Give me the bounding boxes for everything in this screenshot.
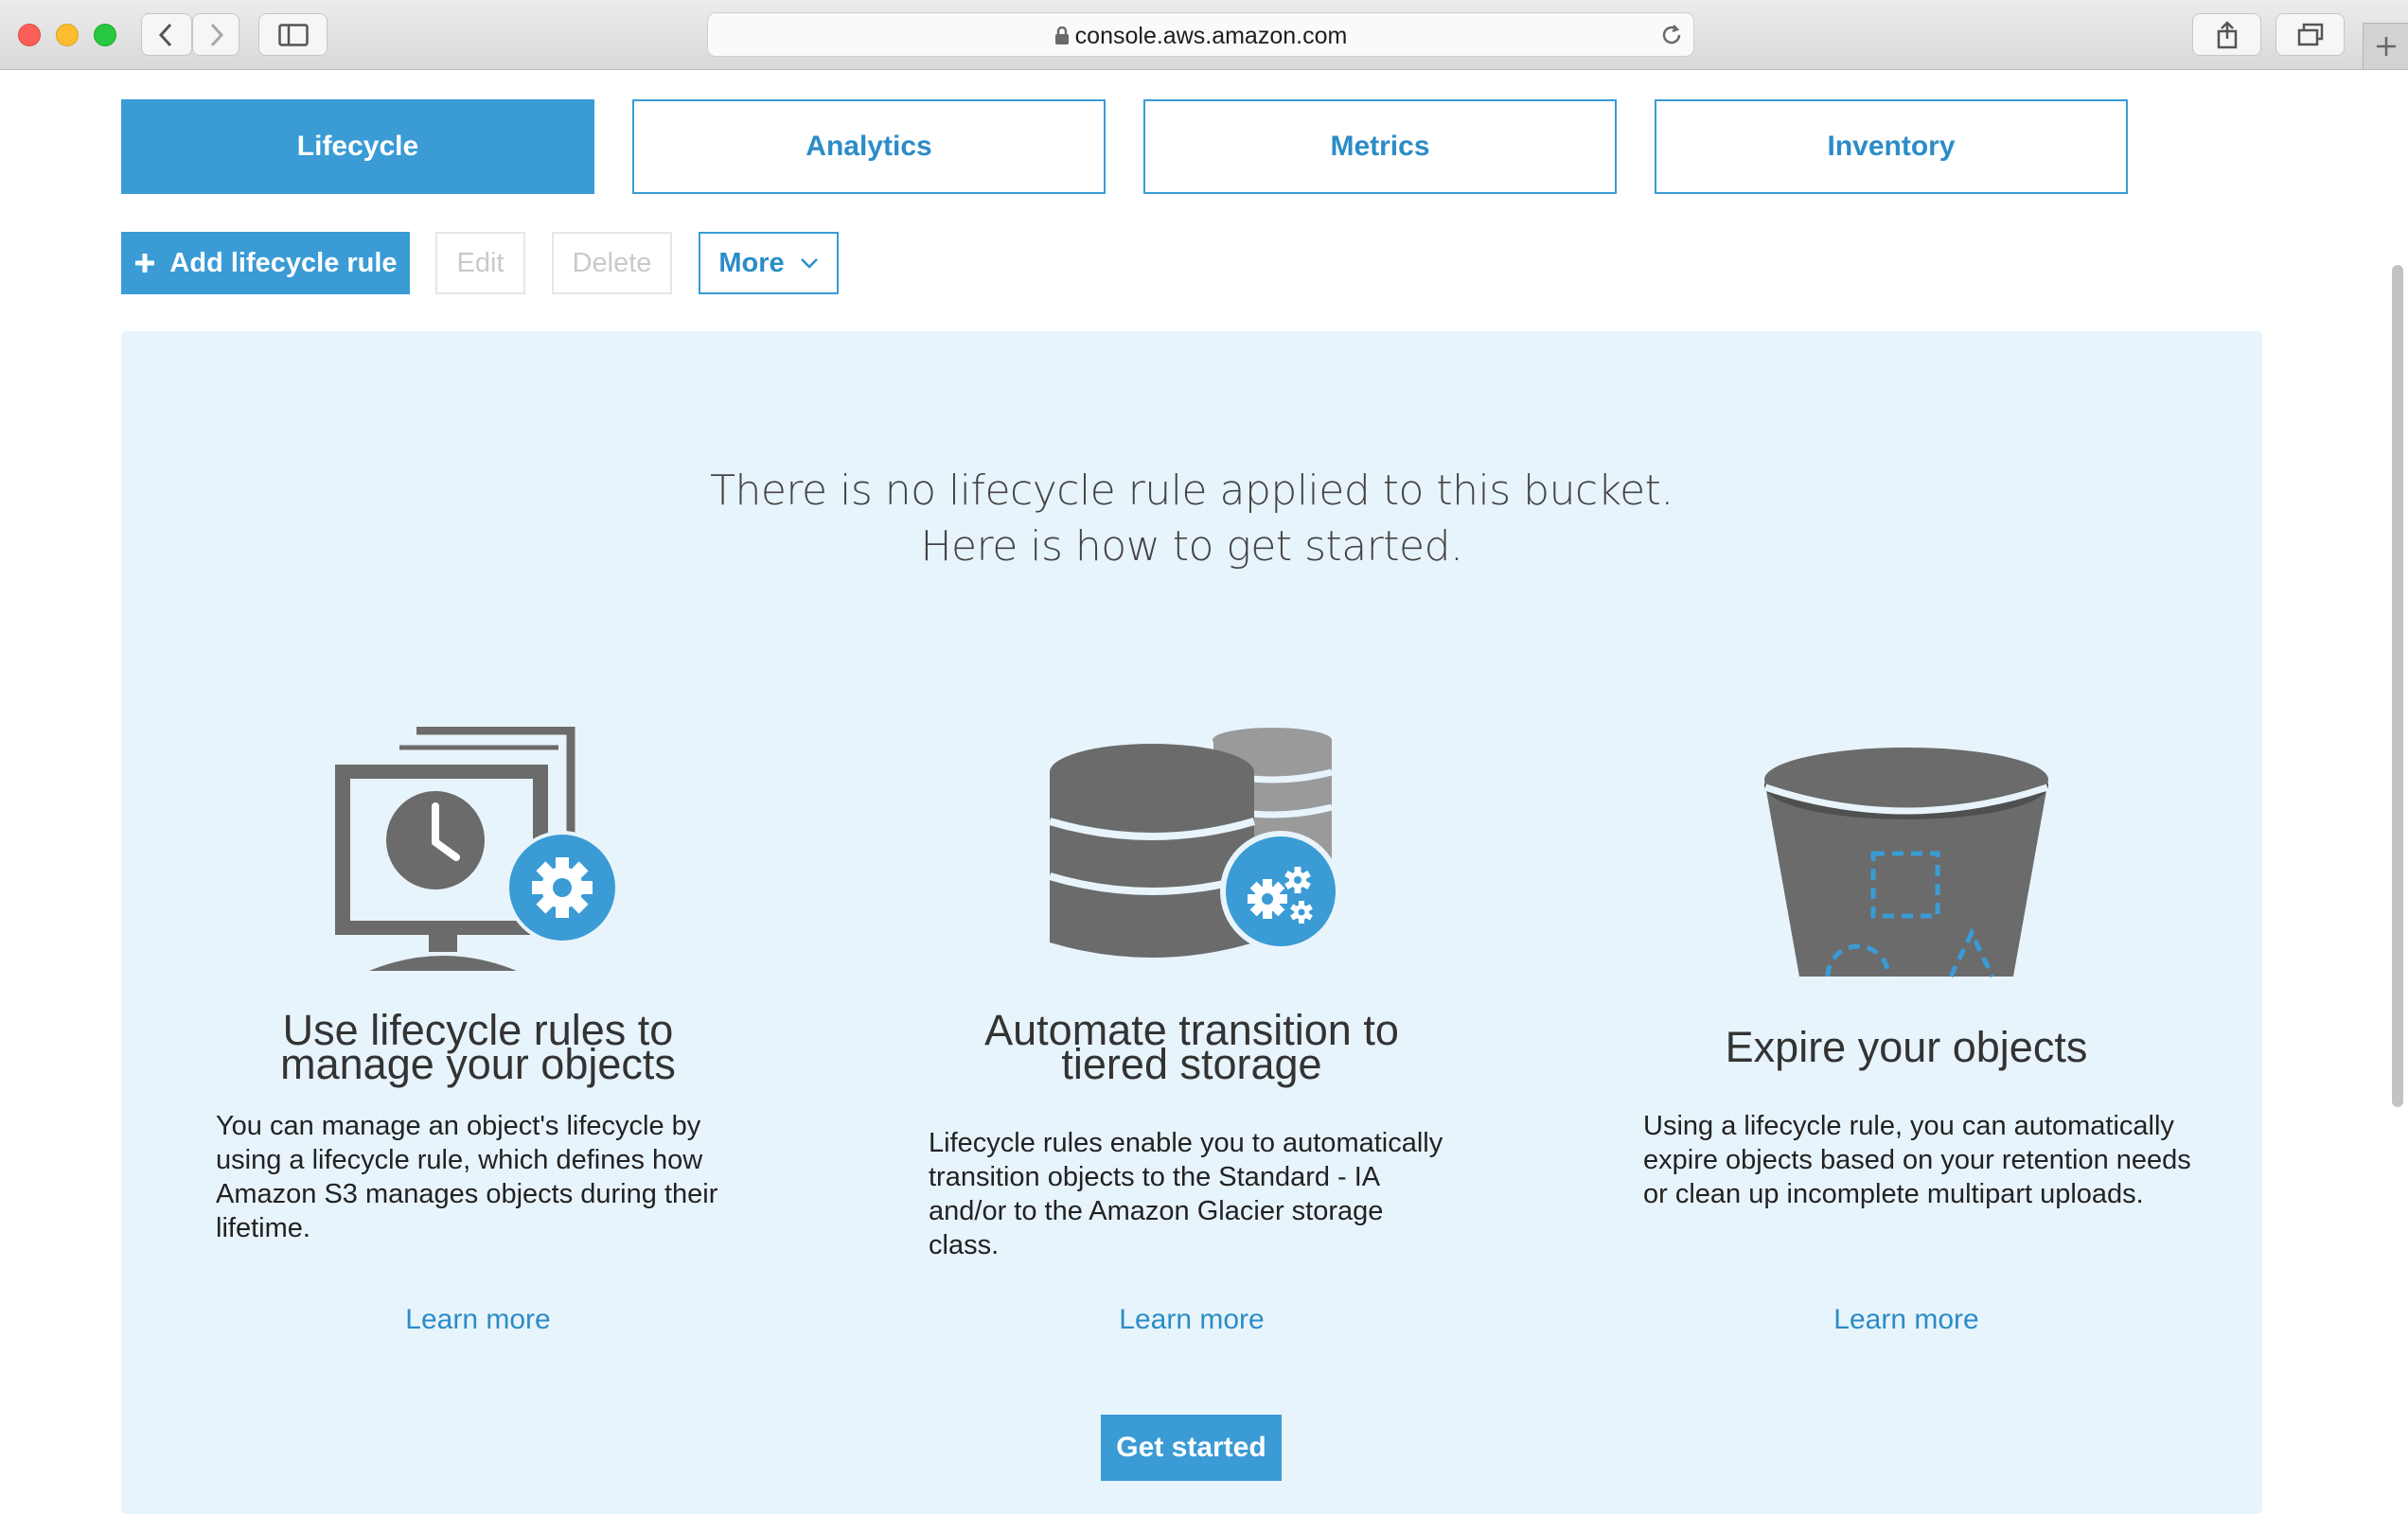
feature-description: You can manage an object's lifecycle by … — [216, 1111, 718, 1243]
add-lifecycle-rule-button[interactable]: Add lifecycle rule — [121, 232, 410, 294]
tab-metrics[interactable]: Metrics — [1143, 99, 1617, 194]
tab-lifecycle[interactable]: Lifecycle — [121, 99, 594, 194]
learn-more-link[interactable]: Learn more — [1603, 1304, 2209, 1336]
zoom-window-button[interactable] — [94, 24, 116, 46]
url-label: console.aws.amazon.com — [1074, 23, 1348, 49]
learn-more-link[interactable]: Learn more — [889, 1304, 1495, 1336]
plus-icon — [2376, 37, 2396, 56]
plus-icon — [135, 254, 155, 273]
tab-inventory[interactable]: Inventory — [1655, 99, 2128, 194]
tab-analytics[interactable]: Analytics — [632, 99, 1106, 194]
chevron-right-icon — [210, 23, 224, 46]
forward-button[interactable] — [192, 13, 239, 56]
vertical-scrollbar[interactable] — [2392, 265, 2403, 1107]
new-tab-button[interactable] — [2363, 23, 2408, 69]
more-label: More — [718, 247, 785, 278]
chevron-left-icon — [158, 23, 172, 46]
feature-title: Expire your objects — [1725, 1023, 2088, 1071]
sidebar-icon — [277, 23, 309, 46]
learn-more-link[interactable]: Learn more — [175, 1304, 781, 1336]
empty-state-subtitle: Here is how to get started. — [920, 522, 1463, 571]
database-gears-icon — [1048, 728, 1337, 958]
feature-description: Using a lifecycle rule, you can automati… — [1643, 1111, 2191, 1209]
empty-state-message: There is no lifecycle rule applied to th… — [710, 467, 1673, 515]
browser-toolbar: console.aws.amazon.com — [0, 0, 2408, 70]
feature-title-line2: manage your objects — [280, 1040, 676, 1088]
sidebar-toggle-button[interactable] — [258, 13, 328, 56]
add-lifecycle-rule-label: Add lifecycle rule — [169, 247, 398, 278]
edit-button[interactable]: Edit — [435, 232, 525, 294]
reload-icon[interactable] — [1659, 23, 1684, 47]
back-button[interactable] — [141, 13, 192, 56]
chevron-down-icon — [800, 258, 818, 269]
close-window-button[interactable] — [18, 24, 41, 46]
delete-button[interactable]: Delete — [552, 232, 672, 294]
tabs-icon — [2297, 23, 2323, 45]
tab-overview-button[interactable] — [2275, 13, 2345, 56]
url-text: console.aws.amazon.com — [708, 23, 1693, 50]
monitor-clock-gear-icon — [335, 727, 619, 971]
share-icon — [2217, 20, 2237, 48]
feature-description: Lifecycle rules enable you to automatica… — [929, 1128, 1443, 1260]
lock-icon — [1054, 26, 1069, 44]
get-started-button[interactable]: Get started — [1101, 1415, 1282, 1481]
more-dropdown-button[interactable]: More — [699, 232, 839, 294]
share-button[interactable] — [2192, 13, 2261, 56]
feature-title-line2: tiered storage — [1061, 1040, 1322, 1088]
address-bar[interactable]: console.aws.amazon.com — [707, 12, 1694, 57]
bucket-objects-icon — [1763, 748, 2049, 978]
empty-state-panel: There is no lifecycle rule applied to th… — [121, 331, 2262, 1514]
minimize-window-button[interactable] — [56, 24, 79, 46]
